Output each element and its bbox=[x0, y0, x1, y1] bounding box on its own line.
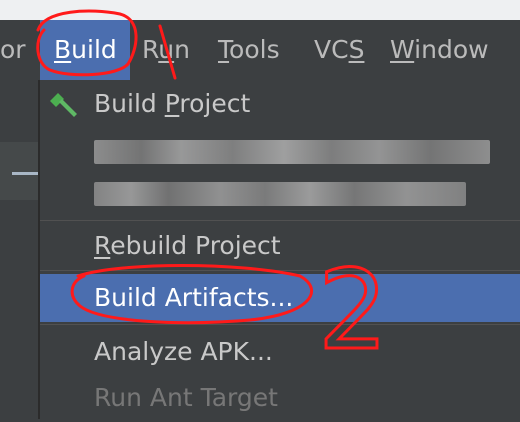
blurred-menu-item[interactable] bbox=[94, 140, 490, 164]
menu-bar: or Build Run Tools VCS Window bbox=[0, 20, 520, 80]
blurred-menu-item[interactable] bbox=[94, 182, 466, 206]
build-project-label: Build Project bbox=[94, 89, 251, 118]
rebuild-project-label: Rebuild Project bbox=[94, 231, 281, 260]
editor-left-panel bbox=[0, 80, 40, 419]
menu-separator bbox=[40, 220, 520, 221]
menu-run[interactable]: Run bbox=[142, 20, 190, 80]
build-menu-dropdown: Build Project Rebuild Project Build Arti… bbox=[40, 80, 520, 419]
menu-editor-partial[interactable]: or bbox=[0, 20, 26, 80]
left-panel-strip bbox=[0, 142, 40, 200]
menu-item-build-project[interactable]: Build Project bbox=[40, 80, 520, 128]
run-ant-target-label: Run Ant Target bbox=[94, 383, 278, 412]
menu-separator bbox=[40, 270, 520, 271]
menu-separator bbox=[40, 324, 520, 325]
menu-item-rebuild-project[interactable]: Rebuild Project bbox=[40, 222, 520, 270]
menu-tools[interactable]: Tools bbox=[218, 20, 280, 80]
menu-window[interactable]: Window bbox=[390, 20, 489, 80]
window-top-strip bbox=[0, 0, 520, 20]
hammer-icon bbox=[50, 93, 77, 117]
collapse-icon[interactable] bbox=[12, 172, 38, 175]
build-artifacts-label: Build Artifacts... bbox=[94, 283, 294, 312]
menu-item-run-ant-target: Run Ant Target bbox=[40, 374, 520, 422]
menu-item-analyze-apk[interactable]: Analyze APK... bbox=[40, 328, 520, 376]
analyze-apk-label: Analyze APK... bbox=[94, 337, 273, 366]
menu-item-build-artifacts[interactable]: Build Artifacts... bbox=[40, 274, 520, 322]
menu-build[interactable]: Build bbox=[40, 20, 130, 80]
menu-vcs[interactable]: VCS bbox=[314, 20, 364, 80]
